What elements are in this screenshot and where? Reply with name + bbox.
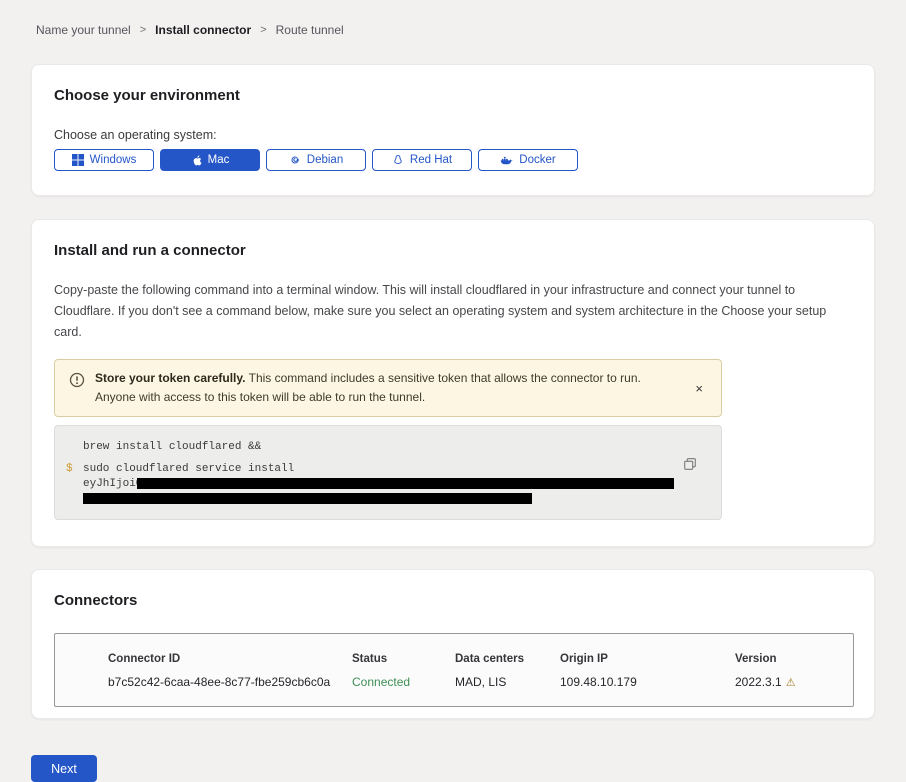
docker-whale-icon	[500, 155, 513, 166]
code-line-brew: brew install cloudflared &&	[83, 440, 693, 455]
next-button[interactable]: Next	[31, 755, 97, 782]
token-prefix: eyJhIjoiO	[83, 478, 142, 490]
code-line-service-install: $ sudo cloudflared service install eyJhI…	[83, 462, 693, 504]
code-command-text: sudo cloudflared service install	[83, 463, 294, 475]
breadcrumb-item-install-connector[interactable]: Install connector	[155, 23, 251, 37]
col-header-data-centers: Data centers	[455, 653, 560, 665]
breadcrumb-item-route-tunnel[interactable]: Route tunnel	[276, 23, 344, 37]
os-button-label: Debian	[307, 154, 343, 166]
os-button-windows[interactable]: Windows	[54, 149, 154, 171]
cell-status: Connected	[352, 675, 455, 689]
redacted-token-bar-2	[83, 493, 532, 504]
token-warning-alert: Store your token carefully. This command…	[54, 359, 722, 417]
apple-icon	[191, 154, 202, 167]
os-button-redhat[interactable]: Red Hat	[372, 149, 472, 171]
breadcrumb-separator: >	[140, 24, 146, 36]
os-button-label: Mac	[208, 154, 230, 166]
os-button-label: Windows	[90, 154, 137, 166]
col-header-version: Version	[735, 653, 843, 665]
redacted-token-bar-1	[137, 478, 674, 489]
windows-icon	[72, 154, 84, 166]
os-button-mac[interactable]: Mac	[160, 149, 260, 171]
cell-version: 2022.3.1 ⚠	[735, 675, 843, 689]
col-header-connector-id: Connector ID	[108, 653, 352, 665]
breadcrumb: Name your tunnel > Install connector > R…	[0, 0, 906, 37]
col-header-origin-ip: Origin IP	[560, 653, 735, 665]
install-card-description: Copy-paste the following command into a …	[54, 280, 848, 343]
os-select-label: Choose an operating system:	[54, 128, 852, 142]
environment-card: Choose your environment Choose an operat…	[31, 64, 875, 196]
connectors-card: Connectors Connector ID Status Data cent…	[31, 569, 875, 719]
close-icon[interactable]: ×	[691, 379, 707, 398]
install-card-title: Install and run a connector	[54, 242, 852, 259]
version-value: 2022.3.1	[735, 675, 782, 689]
cell-connector-id: b7c52c42-6caa-48ee-8c77-fbe259cb6c0a	[108, 675, 352, 689]
os-button-debian[interactable]: Debian	[266, 149, 366, 171]
connectors-card-title: Connectors	[54, 592, 852, 609]
warning-triangle-icon: ⚠	[786, 677, 796, 689]
os-button-label: Docker	[519, 154, 555, 166]
alert-title: Store your token carefully.	[95, 371, 246, 385]
cell-origin-ip: 109.48.10.179	[560, 675, 735, 689]
install-command-codeblock: brew install cloudflared && $ sudo cloud…	[54, 425, 722, 520]
shell-prompt: $	[66, 462, 73, 477]
install-connector-card: Install and run a connector Copy-paste t…	[31, 219, 875, 547]
debian-swirl-icon	[289, 154, 301, 166]
redhat-icon	[392, 154, 404, 166]
cell-data-centers: MAD, LIS	[455, 675, 560, 689]
breadcrumb-item-name-your-tunnel[interactable]: Name your tunnel	[36, 23, 131, 37]
alert-message: Store your token carefully. This command…	[95, 369, 681, 407]
info-circle-icon	[69, 372, 85, 393]
breadcrumb-separator: >	[260, 24, 266, 36]
col-header-status: Status	[352, 653, 455, 665]
os-button-label: Red Hat	[410, 154, 452, 166]
copy-icon[interactable]	[683, 457, 697, 474]
os-button-docker[interactable]: Docker	[478, 149, 578, 171]
environment-card-title: Choose your environment	[54, 87, 852, 104]
connectors-table: Connector ID Status Data centers Origin …	[54, 633, 854, 707]
os-button-group: Windows Mac Debian Red Hat Docker	[54, 149, 852, 171]
code-token-line: eyJhIjoiO	[83, 477, 693, 504]
